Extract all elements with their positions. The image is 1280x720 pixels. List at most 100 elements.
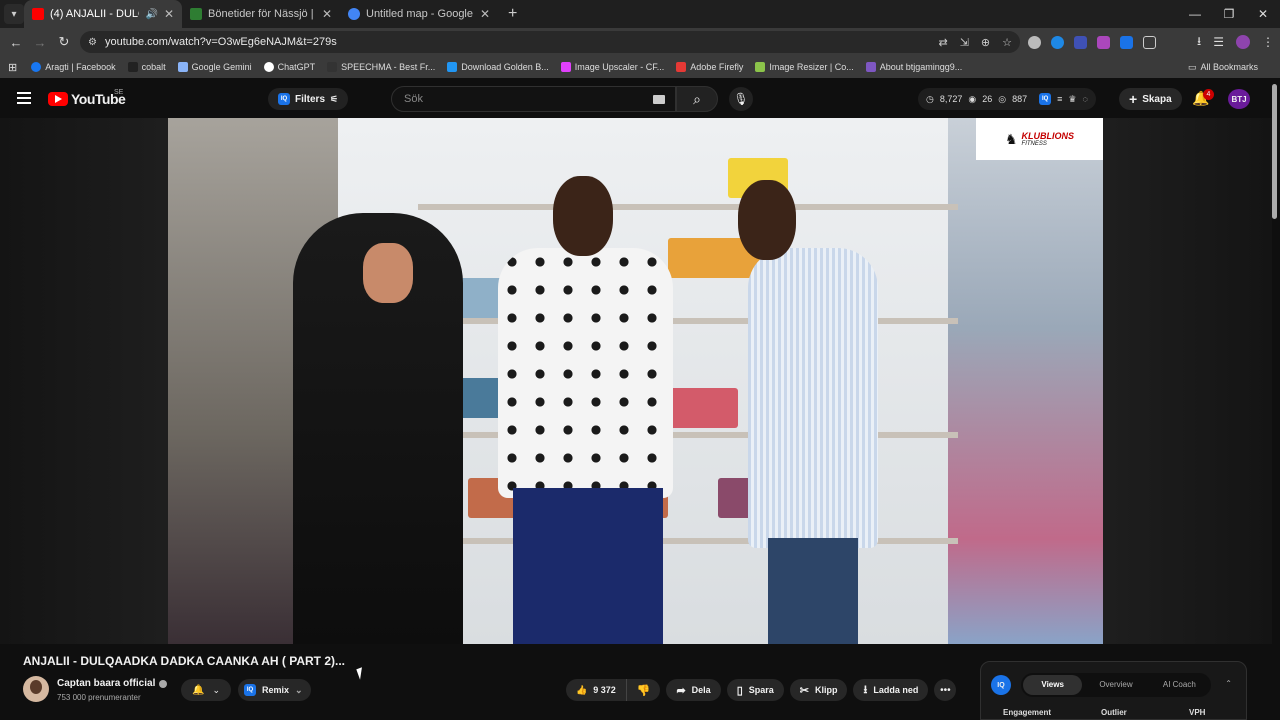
bookmark-item[interactable]: ChatGPT (263, 62, 315, 72)
tab-search-dropdown[interactable]: ▾ (4, 4, 24, 24)
minimize-icon[interactable]: — (1178, 7, 1212, 21)
bookmark-label: About btjgamingg9... (879, 62, 963, 72)
youtube-logo[interactable]: YouTube SE (48, 89, 126, 107)
subscriber-count: 753 000 prenumeranter (57, 693, 141, 702)
account-avatar[interactable]: BTJ (1228, 89, 1250, 109)
jeans (768, 538, 858, 644)
create-button[interactable]: + Skapa (1119, 88, 1182, 110)
search-button[interactable]: ⌕ (676, 86, 718, 112)
close-tab-icon[interactable]: ✕ (322, 7, 332, 21)
tab-views[interactable]: Views (1023, 675, 1083, 695)
forward-icon[interactable]: → (28, 35, 52, 50)
bookmark-item[interactable]: Image Upscaler - CF... (560, 62, 664, 72)
menu-icon[interactable] (17, 92, 31, 104)
like-count: 9 372 (593, 685, 616, 695)
subscription-bell-button[interactable]: 🔔 ⌄ (181, 679, 231, 701)
brand-sub: FITNESS (1021, 140, 1047, 147)
list-icon[interactable]: ≡ (1057, 94, 1062, 104)
apps-grid-icon[interactable]: ⊞ (8, 61, 17, 74)
chevron-up-icon[interactable]: ⌃ (1225, 679, 1232, 688)
remix-label: Remix (262, 685, 290, 695)
tab-overview[interactable]: Overview (1086, 675, 1145, 695)
download-site-icon (447, 62, 458, 72)
puzzle-icon[interactable] (1143, 35, 1156, 49)
close-tab-icon[interactable]: ✕ (164, 7, 174, 21)
download-icon[interactable]: ⭳ (1197, 32, 1201, 53)
search-icon: ⌕ (693, 90, 701, 107)
bookmark-item[interactable]: Adobe Firefly (676, 62, 743, 72)
site-info-icon[interactable]: ⚙ (88, 37, 97, 48)
omnibox[interactable]: ⚙ youtube.com/watch?v=O3wEg6eNAJM&t=279s… (80, 31, 1020, 53)
folder-icon: ▭ (1187, 61, 1197, 72)
tab-google-earth[interactable]: Untitled map - Google Earth ✕ (340, 0, 498, 28)
dislike-button[interactable]: 👎 (627, 679, 661, 701)
clip-button[interactable]: ✂ Klipp (789, 679, 848, 701)
channel-name-row[interactable]: Captan baara official (57, 678, 168, 689)
close-tab-icon[interactable]: ✕ (480, 7, 490, 21)
remix-button[interactable]: IQ Remix ⌄ (238, 679, 311, 701)
iq-icon[interactable]: IQ (1039, 93, 1052, 105)
chat-icon[interactable]: ◌ (1083, 94, 1088, 104)
extension-icon[interactable] (1097, 35, 1110, 49)
back-icon[interactable]: ← (4, 35, 28, 50)
tab-title: Bönetider för Nässjö | Islam.nu (208, 8, 316, 20)
zoom-icon[interactable]: ⊕ (981, 36, 990, 49)
bookmark-item[interactable]: cobalt (127, 62, 166, 72)
channel-stats-widget[interactable]: ◷ 8,727 ◉ 26 ◎ 887 IQ ≡ ♛ ◌ (918, 88, 1096, 110)
voice-search-button[interactable]: 🎙 (729, 87, 753, 111)
more-actions-button[interactable]: ••• (934, 679, 957, 701)
chevron-down-icon: ⌄ (295, 684, 303, 695)
extension-icon[interactable] (1028, 35, 1041, 49)
reload-icon[interactable]: ↻ (52, 34, 76, 50)
channel-avatar[interactable] (23, 676, 49, 702)
share-icon: ➦ (676, 684, 686, 697)
tab-youtube[interactable]: (4) ANJALII - DULQAADKA 🔊 ✕ (24, 0, 182, 28)
iq-icon: IQ (244, 684, 256, 696)
bell-icon: 🔔 (192, 684, 205, 696)
gemini-icon (177, 62, 188, 72)
download-button[interactable]: ⭳ Ladda ned (853, 679, 929, 701)
translate-icon[interactable]: ⇄ (938, 36, 947, 49)
page-scrollbar[interactable] (1272, 84, 1277, 219)
search-input[interactable]: Sök (391, 86, 676, 112)
keyboard-icon[interactable] (653, 95, 665, 104)
profile-avatar[interactable] (1236, 35, 1250, 49)
video-player[interactable]: ♞ KLUBLIONS FITNESS (0, 118, 1272, 644)
share-button[interactable]: ➦ Dela (666, 679, 721, 701)
like-button[interactable]: 👍 9 372 (566, 679, 627, 701)
bookmark-item[interactable]: Google Gemini (177, 62, 252, 72)
bookmark-item[interactable]: SPEECHMA - Best Fr... (327, 62, 435, 72)
channel-name[interactable]: Captan baara official (57, 678, 155, 689)
save-button[interactable]: ▯ Spara (726, 679, 784, 701)
filters-button[interactable]: IQ Filters ⚟ (268, 88, 349, 110)
bookmark-star-icon[interactable]: ☆ (1002, 36, 1012, 49)
trophy-icon[interactable]: ♛ (1068, 94, 1076, 105)
all-bookmarks[interactable]: ▭ All Bookmarks (1188, 62, 1258, 73)
iq-logo-icon[interactable]: IQ (991, 675, 1011, 695)
extension-icon[interactable] (1051, 35, 1064, 49)
more-menu-icon[interactable]: ⋮ (1262, 35, 1274, 49)
iq-analytics-panel: IQ Views Overview AI Coach ⌃ Engagement … (980, 661, 1247, 720)
extension-icon[interactable] (1120, 35, 1133, 49)
new-tab-button[interactable]: + (498, 5, 527, 23)
column-outlier: Outlier (1101, 708, 1127, 717)
filters-label: Filters (295, 93, 326, 105)
bookmark-item[interactable]: Download Golden B... (447, 62, 549, 72)
tab-menu-icon[interactable]: ☰ (1213, 35, 1224, 49)
restore-icon[interactable]: ❐ (1212, 7, 1246, 21)
address-bar-row: ← → ↻ ⚙ youtube.com/watch?v=O3wEg6eNAJM&… (0, 28, 1280, 56)
chevron-down-icon: ⌄ (212, 684, 220, 695)
bookmark-item[interactable]: Image Resizer | Co... (755, 62, 854, 72)
install-app-icon[interactable]: ⇲ (960, 36, 969, 49)
bookmark-item[interactable]: Aragti | Facebook (31, 62, 116, 72)
bookmark-item[interactable]: About btjgamingg9... (865, 62, 963, 72)
audio-playing-icon[interactable]: 🔊 (145, 9, 157, 20)
tab-ai-coach[interactable]: AI Coach (1150, 675, 1209, 695)
url-text[interactable]: youtube.com/watch?v=O3wEg6eNAJM&t=279s (105, 36, 337, 48)
video-frame[interactable]: ♞ KLUBLIONS FITNESS (168, 118, 1103, 644)
man-in-palm-shirt (498, 248, 673, 498)
download-label: Ladda ned (873, 685, 919, 695)
extension-icon[interactable] (1074, 35, 1087, 49)
tab-islam[interactable]: Bönetider för Nässjö | Islam.nu ✕ (182, 0, 340, 28)
close-window-icon[interactable]: ✕ (1246, 7, 1280, 21)
